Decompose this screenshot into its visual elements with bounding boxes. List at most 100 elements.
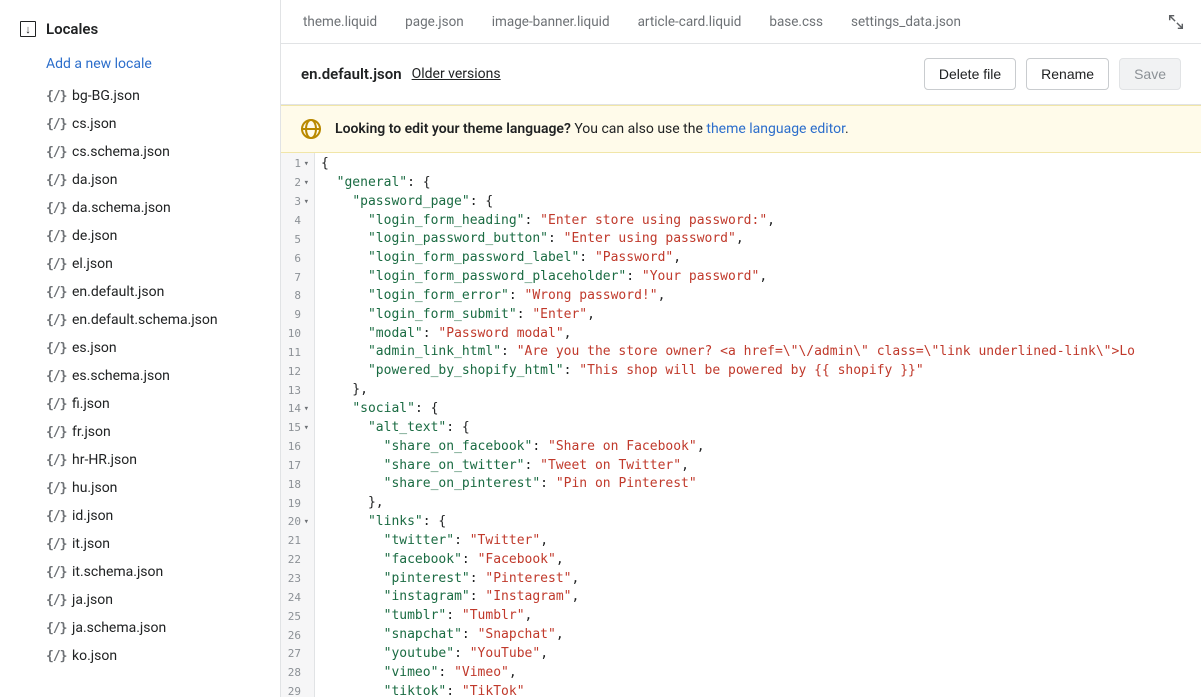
code-line[interactable]: "powered_by_shopify_html": "This shop wi… — [321, 362, 1201, 381]
older-versions-link[interactable]: Older versions — [412, 66, 501, 82]
sidebar-file-item[interactable]: {/}el.json — [0, 250, 280, 278]
code-line[interactable]: "share_on_pinterest": "Pin on Pinterest" — [321, 475, 1201, 494]
tab[interactable]: theme.liquid — [289, 0, 391, 43]
sidebar-file-item[interactable]: {/}ko.json — [0, 642, 280, 670]
tab[interactable]: page.json — [391, 0, 478, 43]
json-file-icon: {/} — [46, 509, 66, 524]
file-label: hu.json — [72, 480, 117, 496]
code-line[interactable]: "share_on_twitter": "Tweet on Twitter", — [321, 457, 1201, 476]
save-button[interactable]: Save — [1119, 58, 1181, 90]
banner-mid: You can also use the — [571, 121, 707, 137]
tab[interactable]: image-banner.liquid — [478, 0, 624, 43]
tab[interactable]: article-card.liquid — [624, 0, 756, 43]
file-label: da.schema.json — [72, 200, 171, 216]
sidebar-file-item[interactable]: {/}da.json — [0, 166, 280, 194]
code-line[interactable]: "login_form_submit": "Enter", — [321, 306, 1201, 325]
main: theme.liquidpage.jsonimage-banner.liquid… — [281, 0, 1201, 697]
code-line[interactable]: "login_form_error": "Wrong password!", — [321, 287, 1201, 306]
code-line[interactable]: "tiktok": "TikTok" — [321, 683, 1201, 697]
json-file-icon: {/} — [46, 145, 66, 160]
tab[interactable]: settings_data.json — [837, 0, 975, 43]
sidebar-file-item[interactable]: {/}ja.schema.json — [0, 614, 280, 642]
code-line[interactable]: "login_password_button": "Enter using pa… — [321, 230, 1201, 249]
json-file-icon: {/} — [46, 89, 66, 104]
file-label: en.default.schema.json — [72, 312, 218, 328]
sidebar-file-item[interactable]: {/}id.json — [0, 502, 280, 530]
add-locale-link[interactable]: Add a new locale — [0, 50, 280, 82]
code-line[interactable]: "modal": "Password modal", — [321, 325, 1201, 344]
gutter-line: 8 — [281, 287, 312, 306]
sidebar-file-item[interactable]: {/} bg-BG.json — [0, 82, 280, 110]
code-line[interactable]: "login_form_heading": "Enter store using… — [321, 212, 1201, 231]
code-line[interactable]: "social": { — [321, 400, 1201, 419]
theme-language-editor-link[interactable]: theme language editor — [706, 121, 845, 137]
sidebar-file-item[interactable]: {/}fi.json — [0, 390, 280, 418]
file-label: bg-BG.json — [72, 88, 140, 104]
file-label: fi.json — [72, 396, 110, 412]
code-line[interactable]: "instagram": "Instagram", — [321, 588, 1201, 607]
code-line[interactable]: "login_form_password_placeholder": "Your… — [321, 268, 1201, 287]
download-icon[interactable] — [20, 21, 36, 37]
file-label: da.json — [72, 172, 118, 188]
sidebar-file-item[interactable]: {/}cs.json — [0, 110, 280, 138]
editor-code[interactable]: { "general": { "password_page": { "login… — [315, 153, 1201, 697]
sidebar-file-item[interactable]: {/}hu.json — [0, 474, 280, 502]
delete-file-button[interactable]: Delete file — [924, 58, 1016, 90]
code-line[interactable]: "password_page": { — [321, 193, 1201, 212]
gutter-line: 23 — [281, 570, 312, 589]
gutter-line: 13 — [281, 381, 312, 400]
gutter-line: 14▾ — [281, 400, 312, 419]
editor-gutter: 1▾2▾3▾4567891011121314▾15▾1617181920▾212… — [281, 153, 315, 697]
code-line[interactable]: "tumblr": "Tumblr", — [321, 607, 1201, 626]
code-line[interactable]: }, — [321, 494, 1201, 513]
sidebar-header: Locales — [0, 16, 280, 50]
file-label: it.json — [72, 536, 110, 552]
gutter-line: 2▾ — [281, 174, 312, 193]
file-bar: en.default.json Older versions Delete fi… — [281, 44, 1201, 105]
sidebar-file-item[interactable]: {/}en.default.schema.json — [0, 306, 280, 334]
sidebar-file-item[interactable]: {/}es.json — [0, 334, 280, 362]
sidebar-title: Locales — [46, 20, 98, 38]
code-line[interactable]: "snapchat": "Snapchat", — [321, 626, 1201, 645]
json-file-icon: {/} — [46, 229, 66, 244]
json-file-icon: {/} — [46, 425, 66, 440]
sidebar-file-item[interactable]: {/}hr-HR.json — [0, 446, 280, 474]
code-line[interactable]: "pinterest": "Pinterest", — [321, 570, 1201, 589]
sidebar-file-item[interactable]: {/}it.schema.json — [0, 558, 280, 586]
code-line[interactable]: "admin_link_html": "Are you the store ow… — [321, 343, 1201, 362]
banner-suffix: . — [845, 121, 849, 137]
sidebar-file-item[interactable]: {/}ja.json — [0, 586, 280, 614]
sidebar-file-item[interactable]: {/} fr.json — [0, 418, 280, 446]
tab[interactable]: base.css — [755, 0, 837, 43]
file-label: cs.schema.json — [72, 144, 170, 160]
code-line[interactable]: "youtube": "YouTube", — [321, 645, 1201, 664]
code-line[interactable]: "facebook": "Facebook", — [321, 551, 1201, 570]
sidebar-file-item[interactable]: {/}es.schema.json — [0, 362, 280, 390]
current-file-name: en.default.json — [301, 65, 402, 83]
code-line[interactable]: }, — [321, 381, 1201, 400]
sidebar-file-item[interactable]: {/}da.schema.json — [0, 194, 280, 222]
code-line[interactable]: "share_on_facebook": "Share on Facebook"… — [321, 438, 1201, 457]
json-file-icon: {/} — [46, 117, 66, 132]
code-line[interactable]: "general": { — [321, 174, 1201, 193]
sidebar-file-item[interactable]: {/} cs.schema.json — [0, 138, 280, 166]
gutter-line: 4 — [281, 212, 312, 231]
code-line[interactable]: "twitter": "Twitter", — [321, 532, 1201, 551]
sidebar-file-item[interactable]: {/}it.json — [0, 530, 280, 558]
rename-button[interactable]: Rename — [1026, 58, 1109, 90]
sidebar-file-item[interactable]: {/}en.default.json — [0, 278, 280, 306]
gutter-line: 15▾ — [281, 419, 312, 438]
code-line[interactable]: "vimeo": "Vimeo", — [321, 664, 1201, 683]
tabs-bar: theme.liquidpage.jsonimage-banner.liquid… — [281, 0, 1201, 44]
code-line[interactable]: "alt_text": { — [321, 419, 1201, 438]
file-label: en.default.json — [72, 284, 164, 300]
code-line[interactable]: { — [321, 155, 1201, 174]
expand-icon[interactable] — [1167, 13, 1185, 31]
json-file-icon: {/} — [46, 341, 66, 356]
code-editor[interactable]: 1▾2▾3▾4567891011121314▾15▾1617181920▾212… — [281, 153, 1201, 697]
code-line[interactable]: "login_form_password_label": "Password", — [321, 249, 1201, 268]
sidebar-file-item[interactable]: {/}de.json — [0, 222, 280, 250]
file-label: fr.json — [72, 424, 111, 440]
code-line[interactable]: "links": { — [321, 513, 1201, 532]
file-label: el.json — [72, 256, 113, 272]
